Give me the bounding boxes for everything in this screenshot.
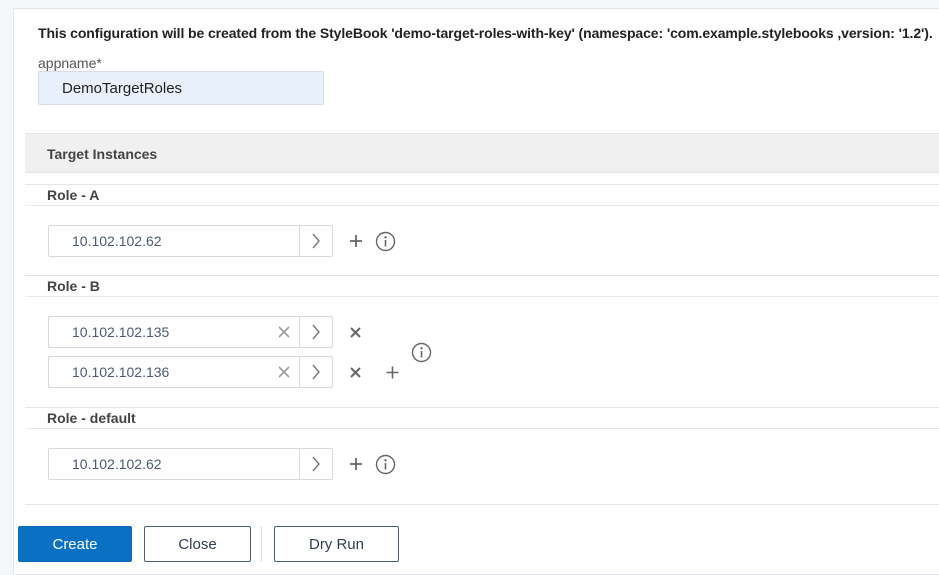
chevron-right-icon[interactable] <box>299 317 332 347</box>
configuration-panel: This configuration will be created from … <box>13 8 939 575</box>
create-button[interactable]: Create <box>18 526 132 562</box>
clear-x-icon[interactable] <box>273 317 295 347</box>
chevron-right-icon[interactable] <box>299 449 332 479</box>
role-a-instance-field[interactable]: 10.102.102.62 <box>48 225 333 257</box>
info-icon[interactable] <box>374 230 396 252</box>
appname-input[interactable] <box>38 71 324 105</box>
instance-value: 10.102.102.62 <box>72 233 162 249</box>
plus-icon[interactable] <box>347 231 365 251</box>
appname-label: appname* <box>38 55 102 71</box>
chevron-right-icon[interactable] <box>299 226 332 256</box>
role-b-header: Role - B <box>25 275 939 297</box>
role-a-title: Role - A <box>47 187 100 203</box>
remove-x-icon[interactable] <box>347 364 363 380</box>
role-a-header: Role - A <box>25 184 939 206</box>
instance-value: 10.102.102.62 <box>72 456 162 472</box>
role-b-instance-field-2[interactable]: 10.102.102.136 <box>48 356 333 388</box>
role-default-title: Role - default <box>47 410 136 426</box>
clear-x-icon[interactable] <box>273 357 295 387</box>
plus-icon[interactable] <box>384 363 400 381</box>
button-separator <box>261 526 262 562</box>
close-button[interactable]: Close <box>144 526 251 562</box>
target-instances-header: Target Instances <box>25 133 939 173</box>
section-divider <box>25 504 939 505</box>
chevron-right-icon[interactable] <box>299 357 332 387</box>
target-instances-title: Target Instances <box>47 146 158 162</box>
dry-run-button[interactable]: Dry Run <box>274 526 399 562</box>
instance-value: 10.102.102.136 <box>72 364 170 380</box>
role-b-title: Role - B <box>47 278 100 294</box>
remove-x-icon[interactable] <box>347 324 363 340</box>
info-icon[interactable] <box>410 341 432 363</box>
stylebook-description: This configuration will be created from … <box>38 25 933 41</box>
info-icon[interactable] <box>374 453 396 475</box>
role-default-instance-field[interactable]: 10.102.102.62 <box>48 448 333 480</box>
instance-value: 10.102.102.135 <box>72 324 170 340</box>
plus-icon[interactable] <box>347 454 365 474</box>
role-default-header: Role - default <box>25 407 939 429</box>
role-b-instance-field-1[interactable]: 10.102.102.135 <box>48 316 333 348</box>
